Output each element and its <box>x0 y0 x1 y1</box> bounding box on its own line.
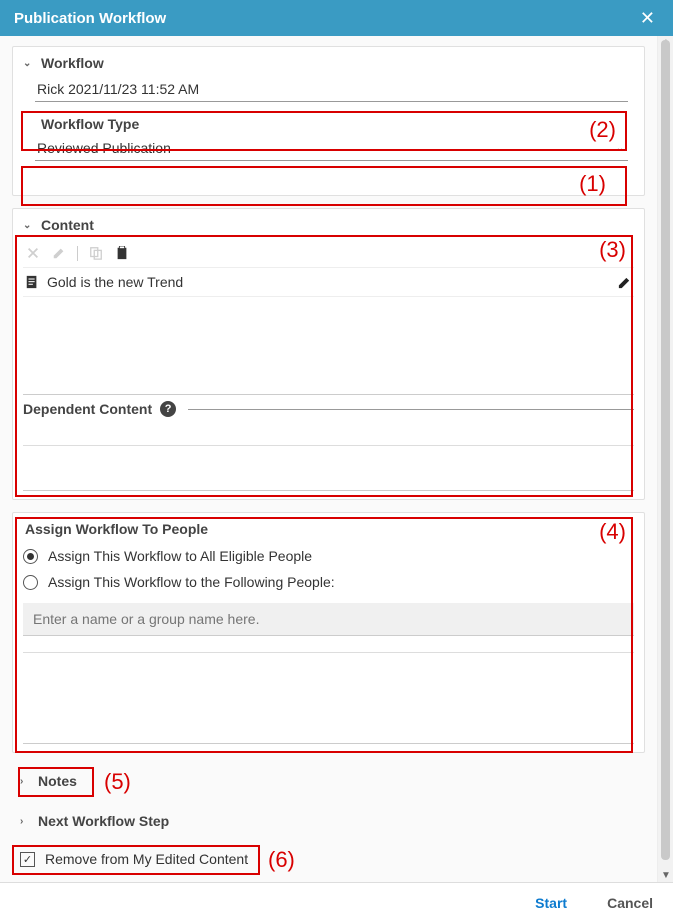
content-section-header[interactable]: ⌄ Content <box>23 209 634 239</box>
chevron-down-icon[interactable]: ⌄ <box>23 58 33 69</box>
pencil-icon[interactable] <box>617 275 632 290</box>
assign-following-option[interactable]: Assign This Workflow to the Following Pe… <box>23 569 634 595</box>
next-step-section-header[interactable]: › Next Workflow Step <box>12 805 645 837</box>
annotation-5: (5) <box>104 769 131 795</box>
remove-edited-label: Remove from My Edited Content <box>45 851 248 867</box>
next-step-section-label: Next Workflow Step <box>38 813 169 829</box>
assign-following-label: Assign This Workflow to the Following Pe… <box>48 574 335 590</box>
workflow-type-label: Workflow Type <box>41 116 628 132</box>
workflow-section-label: Workflow <box>41 55 104 71</box>
remove-edited-checkbox-row[interactable]: ✓ Remove from My Edited Content <box>12 845 645 873</box>
annotation-box-1 <box>21 166 627 206</box>
content-toolbar <box>23 239 634 267</box>
content-empty-area <box>23 297 634 395</box>
paste-icon[interactable] <box>114 245 130 261</box>
divider <box>188 409 634 410</box>
annotation-6: (6) <box>268 847 295 873</box>
chevron-right-icon[interactable]: › <box>20 776 30 787</box>
dependent-content-label: Dependent Content <box>23 401 152 417</box>
annotation-4: (4) <box>599 519 626 545</box>
content-section-label: Content <box>41 217 94 233</box>
assign-section-label: Assign Workflow To People <box>25 521 208 537</box>
delete-icon[interactable] <box>25 245 41 261</box>
annotation-3: (3) <box>599 237 626 263</box>
scrollbar-thumb[interactable] <box>661 40 670 860</box>
chevron-down-icon[interactable]: ⌄ <box>23 220 33 231</box>
dialog-body: ⌄ Workflow Workflow Type Reviewed Public… <box>0 36 657 882</box>
content-item[interactable]: Gold is the new Trend <box>23 267 634 297</box>
assign-all-label: Assign This Workflow to All Eligible Peo… <box>48 548 312 564</box>
cancel-button[interactable]: Cancel <box>607 895 653 911</box>
workflow-name-input[interactable] <box>35 77 628 102</box>
assign-panel: ⌄ Assign Workflow To People Assign This … <box>12 512 645 753</box>
scroll-down-icon[interactable]: ▼ <box>661 870 671 881</box>
annotation-1: (1) <box>579 171 606 197</box>
assign-section-header[interactable]: ⌄ Assign Workflow To People <box>23 513 634 543</box>
assign-empty-area <box>23 652 634 744</box>
assign-all-option[interactable]: Assign This Workflow to All Eligible Peo… <box>23 543 634 569</box>
help-icon[interactable]: ? <box>160 401 176 417</box>
workflow-type-select[interactable]: Reviewed Publication ⌄ <box>35 136 628 161</box>
notes-row-wrap: › Notes (5) <box>12 765 645 797</box>
workflow-panel: ⌄ Workflow Workflow Type Reviewed Public… <box>12 46 645 196</box>
radio-icon <box>23 575 38 590</box>
copy-icon[interactable] <box>88 245 104 261</box>
annotation-2: (2) <box>589 117 616 143</box>
document-icon <box>25 275 39 289</box>
workflow-type-value: Reviewed Publication <box>35 136 612 160</box>
toolbar-separator <box>77 246 78 261</box>
notes-section-label: Notes <box>38 773 77 789</box>
scrollbar[interactable]: ▲ ▼ <box>657 36 673 882</box>
dependent-content-header: Dependent Content ? <box>23 395 634 419</box>
dialog-header: Publication Workflow ✕ <box>0 0 673 36</box>
assign-name-input[interactable] <box>23 603 634 636</box>
chevron-right-icon[interactable]: › <box>20 816 30 827</box>
radio-icon <box>23 549 38 564</box>
dependent-content-area <box>23 445 634 491</box>
workflow-section-header[interactable]: ⌄ Workflow <box>23 47 634 77</box>
content-panel: ⌄ Content <box>12 208 645 500</box>
checkbox-icon: ✓ <box>20 852 35 867</box>
body-wrap: ⌄ Workflow Workflow Type Reviewed Public… <box>0 36 673 882</box>
chevron-down-icon[interactable]: ⌄ <box>612 143 628 154</box>
dialog-title: Publication Workflow <box>14 10 166 27</box>
start-button[interactable]: Start <box>535 895 567 911</box>
edit-icon[interactable] <box>51 245 67 261</box>
close-icon[interactable]: ✕ <box>636 8 659 29</box>
remove-edited-wrap: ✓ Remove from My Edited Content (6) <box>12 845 645 873</box>
dialog-footer: Start Cancel <box>0 882 673 922</box>
publication-workflow-dialog: Publication Workflow ✕ ⌄ Workflow Workfl… <box>0 0 673 922</box>
content-item-title: Gold is the new Trend <box>47 274 183 290</box>
